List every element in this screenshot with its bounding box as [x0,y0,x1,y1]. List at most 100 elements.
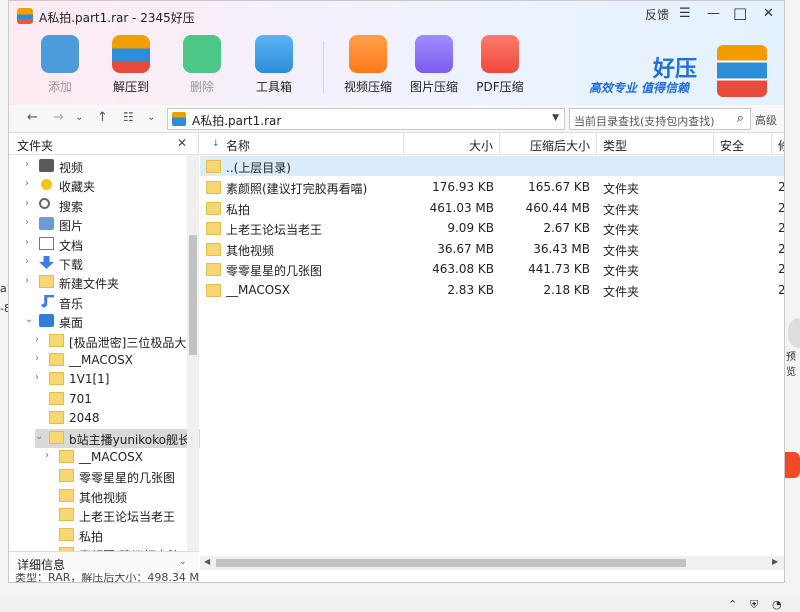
up-arrow-icon[interactable]: ↑ [97,110,108,125]
file-packed-size: 36.43 MB [533,241,590,256]
horizontal-scrollbar[interactable]: ◀ ▶ [200,556,784,570]
tree-item[interactable]: › 视频 [25,157,200,176]
add-button[interactable]: 添加 [27,35,93,95]
view-mode-icon[interactable]: ☷ [123,110,134,124]
tree-item-label: 音乐 [59,296,84,311]
tree-item-label: 收藏夹 [59,180,96,195]
forward-arrow-icon[interactable]: → [53,110,64,125]
tree-item[interactable]: 2048 [35,409,210,428]
column-header-modified[interactable]: 修改 [772,133,784,155]
file-type: 文件夹 [603,202,640,217]
expand-chevron-icon[interactable]: › [25,256,29,267]
tree-scrollbar-thumb[interactable] [189,235,197,355]
file-name: __MACOSX [226,282,291,297]
column-header-packed-size[interactable]: 压缩后大小 [500,133,597,155]
table-row[interactable]: 其他视频 36.67 MB 36.43 MB 文件夹 202 [200,239,784,259]
table-row[interactable]: 私拍 461.03 MB 460.44 MB 文件夹 202 [200,198,784,218]
chevron-up-icon[interactable]: ⌃ [728,598,737,611]
delete-label: 删除 [189,80,214,94]
scroll-left-icon[interactable]: ◀ [204,557,210,566]
title-bar[interactable]: A私拍.part1.rar - 2345好压 反馈 ☰ — □ ✕ [9,1,784,31]
table-row[interactable]: __MACOSX 2.83 KB 2.18 KB 文件夹 202 [200,280,784,300]
expand-chevron-icon[interactable]: › [25,178,29,189]
expand-chevron-icon[interactable]: › [25,159,29,170]
back-arrow-icon[interactable]: ← [27,110,38,125]
minimize-button[interactable]: — [707,6,720,21]
table-row[interactable]: 上老王论坛当老王 9.09 KB 2.67 KB 文件夹 202 [200,218,784,238]
tree-item[interactable]: › 图片 [25,215,200,234]
network-icon[interactable]: ◔ [772,598,782,611]
tree-item[interactable]: ⌄ b站主播yunikoko舰长 [35,428,210,448]
folder-pane-header: 文件夹 ✕ [9,133,199,155]
path-dropdown-icon[interactable]: ▼ [552,113,559,123]
column-header-type[interactable]: 类型 [597,133,714,155]
tree-item[interactable]: › __MACOSX [35,351,210,370]
tree-item[interactable]: › 1V1[1] [35,370,210,389]
path-field[interactable]: A私拍.part1.rar ▼ [167,108,565,130]
tree-scrollbar[interactable] [187,155,199,551]
folder-icon [59,527,74,541]
expand-chevron-icon[interactable]: ⌄ [35,431,43,442]
image-compress-button[interactable]: 图片压缩 [401,35,467,95]
maximize-button[interactable]: □ [733,4,747,22]
pdf-compress-icon [481,35,519,73]
pdf-compress-label: PDF压缩 [476,80,524,94]
video-compress-button[interactable]: 视频压缩 [335,35,401,95]
file-list: ↓ 名称 大小 压缩后大小 类型 安全 修改 ..(上层目录) 素颜照(建议打完胶… [200,133,785,582]
folder-icon [206,283,221,297]
expand-chevron-icon[interactable]: › [25,217,29,228]
column-header-size[interactable]: 大小 [404,133,500,155]
tree-item[interactable]: 音乐 [25,293,200,312]
tree-item[interactable]: ⌄ 桌面 [25,312,200,331]
expand-chevron-icon[interactable]: › [25,237,29,248]
close-pane-icon[interactable]: ✕ [177,136,187,150]
search-icon[interactable]: ⌕ [737,111,744,126]
extract-to-button[interactable]: 解压到 [98,35,164,95]
close-button[interactable]: ✕ [763,6,774,21]
menu-icon[interactable]: ☰ [679,6,691,21]
expand-chevron-icon[interactable]: › [25,275,29,286]
table-row[interactable]: 素颜照(建议打完胶再看喵) 176.93 KB 165.67 KB 文件夹 202 [200,177,785,197]
tree-item[interactable]: › 搜索 [25,196,200,215]
advanced-search-link[interactable]: 高级 [755,112,777,128]
parent-dir-row[interactable]: ..(上层目录) [200,156,784,176]
video-compress-label: 视频压缩 [343,80,392,94]
search-input[interactable]: 当前目录查找(支持包内查找) ⌕ [569,108,751,130]
toolbox-button[interactable]: 工具箱 [241,35,307,95]
expand-chevron-icon[interactable]: › [35,353,39,364]
status-text: 类型：RAR，解压后大小：498.34 MB，压缩比：99.82% [15,573,199,583]
history-dropdown-icon[interactable]: ⌄ [75,112,83,123]
scroll-right-icon[interactable]: ▶ [772,557,778,566]
tree-item[interactable]: › 文档 [25,235,200,254]
toolbar: 添加 解压到 删除 工具箱 视频压缩 图片压缩 PDF压缩 好压 高效专业 值得… [9,31,784,105]
chevron-down-icon[interactable]: ⌄ [179,557,187,567]
folder-icon [206,160,221,173]
app-icon [17,8,33,24]
expand-chevron-icon[interactable]: › [45,450,49,461]
floating-widget[interactable] [788,318,800,348]
column-header-name[interactable]: ↓ 名称 [200,133,404,155]
expand-chevron-icon[interactable]: ⌄ [25,314,33,325]
tree-item-label: 桌面 [59,316,84,331]
shield-icon[interactable]: ⛨ [750,598,758,612]
tree-item-label: 图片 [59,219,84,234]
tree-item[interactable]: › [极品泄密]三位极品大 [35,332,210,351]
tree-item[interactable]: 701 [35,390,210,409]
delete-button[interactable]: 删除 [169,35,235,95]
tree-item[interactable]: › 收藏夹 [25,176,200,195]
file-type: 文件夹 [603,223,640,237]
pdf-compress-button[interactable]: PDF压缩 [467,35,533,95]
feedback-button[interactable]: 反馈 [645,6,669,23]
expand-chevron-icon[interactable]: › [35,334,39,345]
expand-chevron-icon[interactable]: › [25,198,29,209]
tree-item[interactable]: › 下载 [25,254,200,273]
view-dropdown-icon[interactable]: ⌄ [147,112,155,123]
file-modified: 202 [778,180,785,194]
horizontal-scrollbar-thumb[interactable] [216,559,686,567]
expand-chevron-icon[interactable]: › [35,372,39,383]
detail-info-header[interactable]: 详细信息 ⌄ [9,551,199,573]
file-packed-size: 2.18 KB [543,282,590,297]
tree-item[interactable]: › 新建文件夹 [25,273,200,292]
table-row[interactable]: 零零星星的几张图 463.08 KB 441.73 KB 文件夹 202 [200,259,784,279]
column-header-security[interactable]: 安全 [714,133,772,155]
